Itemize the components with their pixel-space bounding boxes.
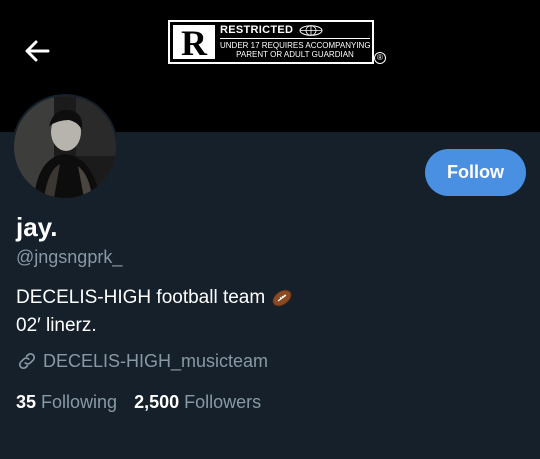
bio-line-1: DECELIS-HIGH football team (16, 284, 293, 312)
football-icon (272, 289, 292, 307)
back-button[interactable] (22, 36, 52, 66)
avatar-photo-art (14, 96, 116, 198)
rating-text-line2: PARENT OR ADULT GUARDIAN (236, 50, 354, 59)
following-label: Following (41, 392, 118, 412)
rating-divider (220, 38, 370, 39)
rating-letter: R (173, 25, 215, 61)
followers-stat[interactable]: 2,500 Followers (134, 391, 261, 413)
registered-mark: ® (374, 52, 386, 64)
bio-line-2: 02′ linerz. (16, 312, 293, 340)
rating-text-line1: UNDER 17 REQUIRES ACCOMPANYING (220, 41, 371, 50)
following-stat[interactable]: 35 Following (16, 391, 117, 413)
rating-badge: R RESTRICTED UNDER 17 REQUIRES ACCOMPANY… (168, 20, 374, 64)
globe-icon (299, 25, 323, 36)
followers-count: 2,500 (134, 392, 180, 412)
rating-title-row: RESTRICTED (220, 24, 370, 37)
profile-link-text[interactable]: DECELIS-HIGH_musicteam (43, 350, 268, 372)
display-name: jay. (16, 212, 58, 242)
profile-link[interactable]: DECELIS-HIGH_musicteam (16, 350, 268, 372)
bio-line-1-text: DECELIS-HIGH football team (16, 287, 266, 308)
follow-button[interactable]: Follow (425, 149, 526, 196)
follow-stats: 35 Following 2,500 Followers (16, 391, 261, 413)
following-count: 35 (16, 392, 37, 412)
arrow-left-icon (25, 40, 50, 62)
bio-line-2-text: 02′ linerz. (16, 315, 97, 336)
link-icon (18, 352, 36, 370)
rating-title: RESTRICTED (220, 24, 294, 36)
avatar[interactable] (12, 94, 118, 200)
avatar-photo (14, 96, 116, 198)
bio: DECELIS-HIGH football team 02′ linerz. (16, 284, 293, 340)
user-handle: @jngsngprk_ (16, 247, 123, 267)
followers-label: Followers (184, 392, 262, 412)
